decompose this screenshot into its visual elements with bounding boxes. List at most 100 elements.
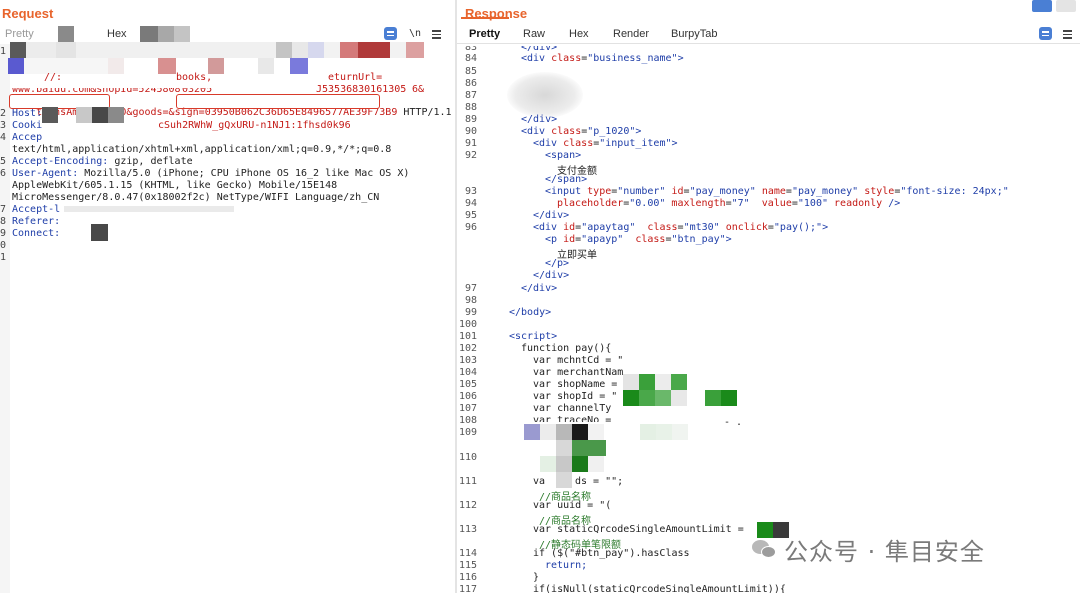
redaction-block — [56, 42, 76, 58]
redaction-block — [556, 472, 572, 488]
response-line-number: 109 — [458, 427, 477, 438]
redaction-block — [540, 424, 556, 440]
html-tag: > — [677, 53, 684, 64]
pay-money-value[interactable]: "100" — [798, 198, 828, 209]
response-menu-icon[interactable] — [1063, 30, 1072, 39]
html-tag: <div — [533, 138, 564, 149]
html-tag: <input — [545, 186, 588, 197]
code-line: </div> — [521, 283, 558, 294]
response-pane: Response Pretty Raw Hex Render BurpyTab … — [457, 0, 1080, 593]
sign-highlight — [176, 94, 380, 109]
redaction-block — [540, 456, 556, 472]
user-agent-value: Mozilla/5.0 (iPhone; CPU iPhone OS 16_2 … — [78, 168, 410, 179]
watermark: 公众号 · 隼目安全 — [752, 534, 985, 566]
code-line: var staticQrcodeSingleAmountLimit = — [533, 524, 744, 535]
active-tab-indicator — [461, 17, 509, 19]
redaction-block — [308, 42, 324, 58]
user-agent-value-cont: AppleWebKit/605.1.15 (KHTML, like Gecko)… — [12, 180, 338, 191]
html-tag: <p — [545, 234, 564, 245]
request-line-number: 4 — [0, 132, 7, 143]
response-line-number: 103 — [458, 355, 477, 366]
redaction-block — [623, 390, 639, 406]
response-line-number: 104 — [458, 367, 477, 378]
user-agent-line: User-Agent: Mozilla/5.0 (iPhone; CPU iPh… — [12, 168, 409, 179]
layout-stack-icon[interactable] — [1056, 0, 1076, 12]
response-tabbar: Pretty Raw Hex Render BurpyTab — [457, 26, 1080, 44]
redaction-block — [556, 456, 572, 472]
response-line-number: 114 — [458, 548, 477, 559]
response-tab-pretty[interactable]: Pretty — [469, 28, 500, 40]
redaction-block — [8, 58, 24, 74]
response-line-number: 100 — [458, 319, 477, 330]
response-tab-hex[interactable]: Hex — [569, 28, 589, 40]
response-line-number: 90 — [464, 126, 477, 137]
request-wrap-icon[interactable] — [384, 27, 397, 40]
html-string: "pay();" — [773, 222, 823, 233]
response-tab-burpytab[interactable]: BurpyTab — [671, 28, 717, 40]
response-line-number: 113 — [458, 524, 477, 535]
wechat-icon — [752, 537, 778, 561]
response-line-number: 111 — [458, 476, 477, 487]
code-line: var mchntCd = " — [533, 355, 624, 366]
request-url-fragment: books, — [176, 72, 213, 83]
response-line-number: 115 — [458, 560, 477, 571]
layout-split-icon[interactable] — [1032, 0, 1052, 12]
response-line-number: 112 — [458, 500, 477, 511]
response-line-number: 88 — [464, 102, 477, 113]
code-line: <div class="input_item"> — [533, 138, 678, 149]
request-line-number: 5 — [0, 156, 7, 167]
cookie-header-key: Cooki — [12, 120, 43, 131]
redaction-block — [76, 107, 92, 123]
request-line-number: 1 — [0, 46, 7, 57]
redaction-block — [672, 424, 688, 440]
code-line: var shopId = " — [533, 391, 618, 402]
code-line: <div class="business_name"> — [521, 53, 684, 64]
html-attr: id — [563, 222, 576, 233]
response-line-number: 116 — [458, 572, 477, 583]
request-line-number: 0 — [0, 240, 7, 251]
redaction-block — [58, 26, 74, 42]
request-tab-pretty[interactable]: Pretty — [5, 28, 34, 40]
response-line-number: 95 — [464, 210, 477, 221]
redaction-block — [640, 424, 656, 440]
request-tab-hex[interactable]: Hex — [107, 28, 127, 40]
html-string: "apayp" — [581, 234, 624, 245]
request-newline-toggle[interactable]: \n — [409, 28, 421, 39]
html-string: "0.00" — [629, 198, 666, 209]
response-line-number: 84 — [464, 53, 477, 64]
request-line-number: 8 — [0, 216, 7, 227]
redaction-block — [572, 456, 588, 472]
response-line-number: 99 — [464, 307, 477, 318]
redaction-block — [91, 224, 108, 241]
request-menu-icon[interactable] — [432, 30, 441, 39]
response-line-number: 97 — [464, 283, 477, 294]
connection-header-key: Connect: — [12, 228, 61, 239]
accept-encoding-line: Accept-Encoding: gzip, deflate — [12, 156, 193, 167]
redaction-block — [290, 58, 308, 74]
response-line-number: 94 — [464, 198, 477, 209]
code-line: var shopName = " — [533, 379, 630, 390]
html-string: "number" — [617, 186, 666, 197]
host-header-key: Host: — [12, 108, 43, 119]
code-line: <div id="apaytag" class="mt30" onclick="… — [533, 222, 829, 233]
accept-header-value: text/html,application/xhtml+xml,applicat… — [12, 144, 392, 155]
html-string: "pay_money" — [689, 186, 756, 197]
code-line: <input type="number" id="pay_money" name… — [545, 186, 1009, 197]
response-wrap-icon[interactable] — [1039, 27, 1052, 40]
response-line-number: 86 — [464, 78, 477, 89]
html-attr: class — [563, 138, 594, 149]
redaction-block — [655, 374, 671, 390]
redaction-block — [108, 107, 124, 123]
tab-separator — [457, 43, 1080, 44]
response-tab-render[interactable]: Render — [613, 28, 649, 40]
code-line: var merchantNam — [533, 367, 624, 378]
response-line-number: 117 — [458, 584, 477, 593]
code-line: ds = ""; — [575, 476, 624, 487]
redaction-block — [76, 42, 276, 58]
accept-language-key: Accept-l — [12, 204, 61, 215]
cookie-header-value: cSuh2RWhW_gQxURU-n1NJ1:1fhsd0k96 — [158, 120, 351, 131]
html-tag: /> — [882, 198, 901, 209]
redaction-block — [258, 58, 274, 74]
response-tab-raw[interactable]: Raw — [523, 28, 545, 40]
html-attr: id — [563, 234, 576, 245]
